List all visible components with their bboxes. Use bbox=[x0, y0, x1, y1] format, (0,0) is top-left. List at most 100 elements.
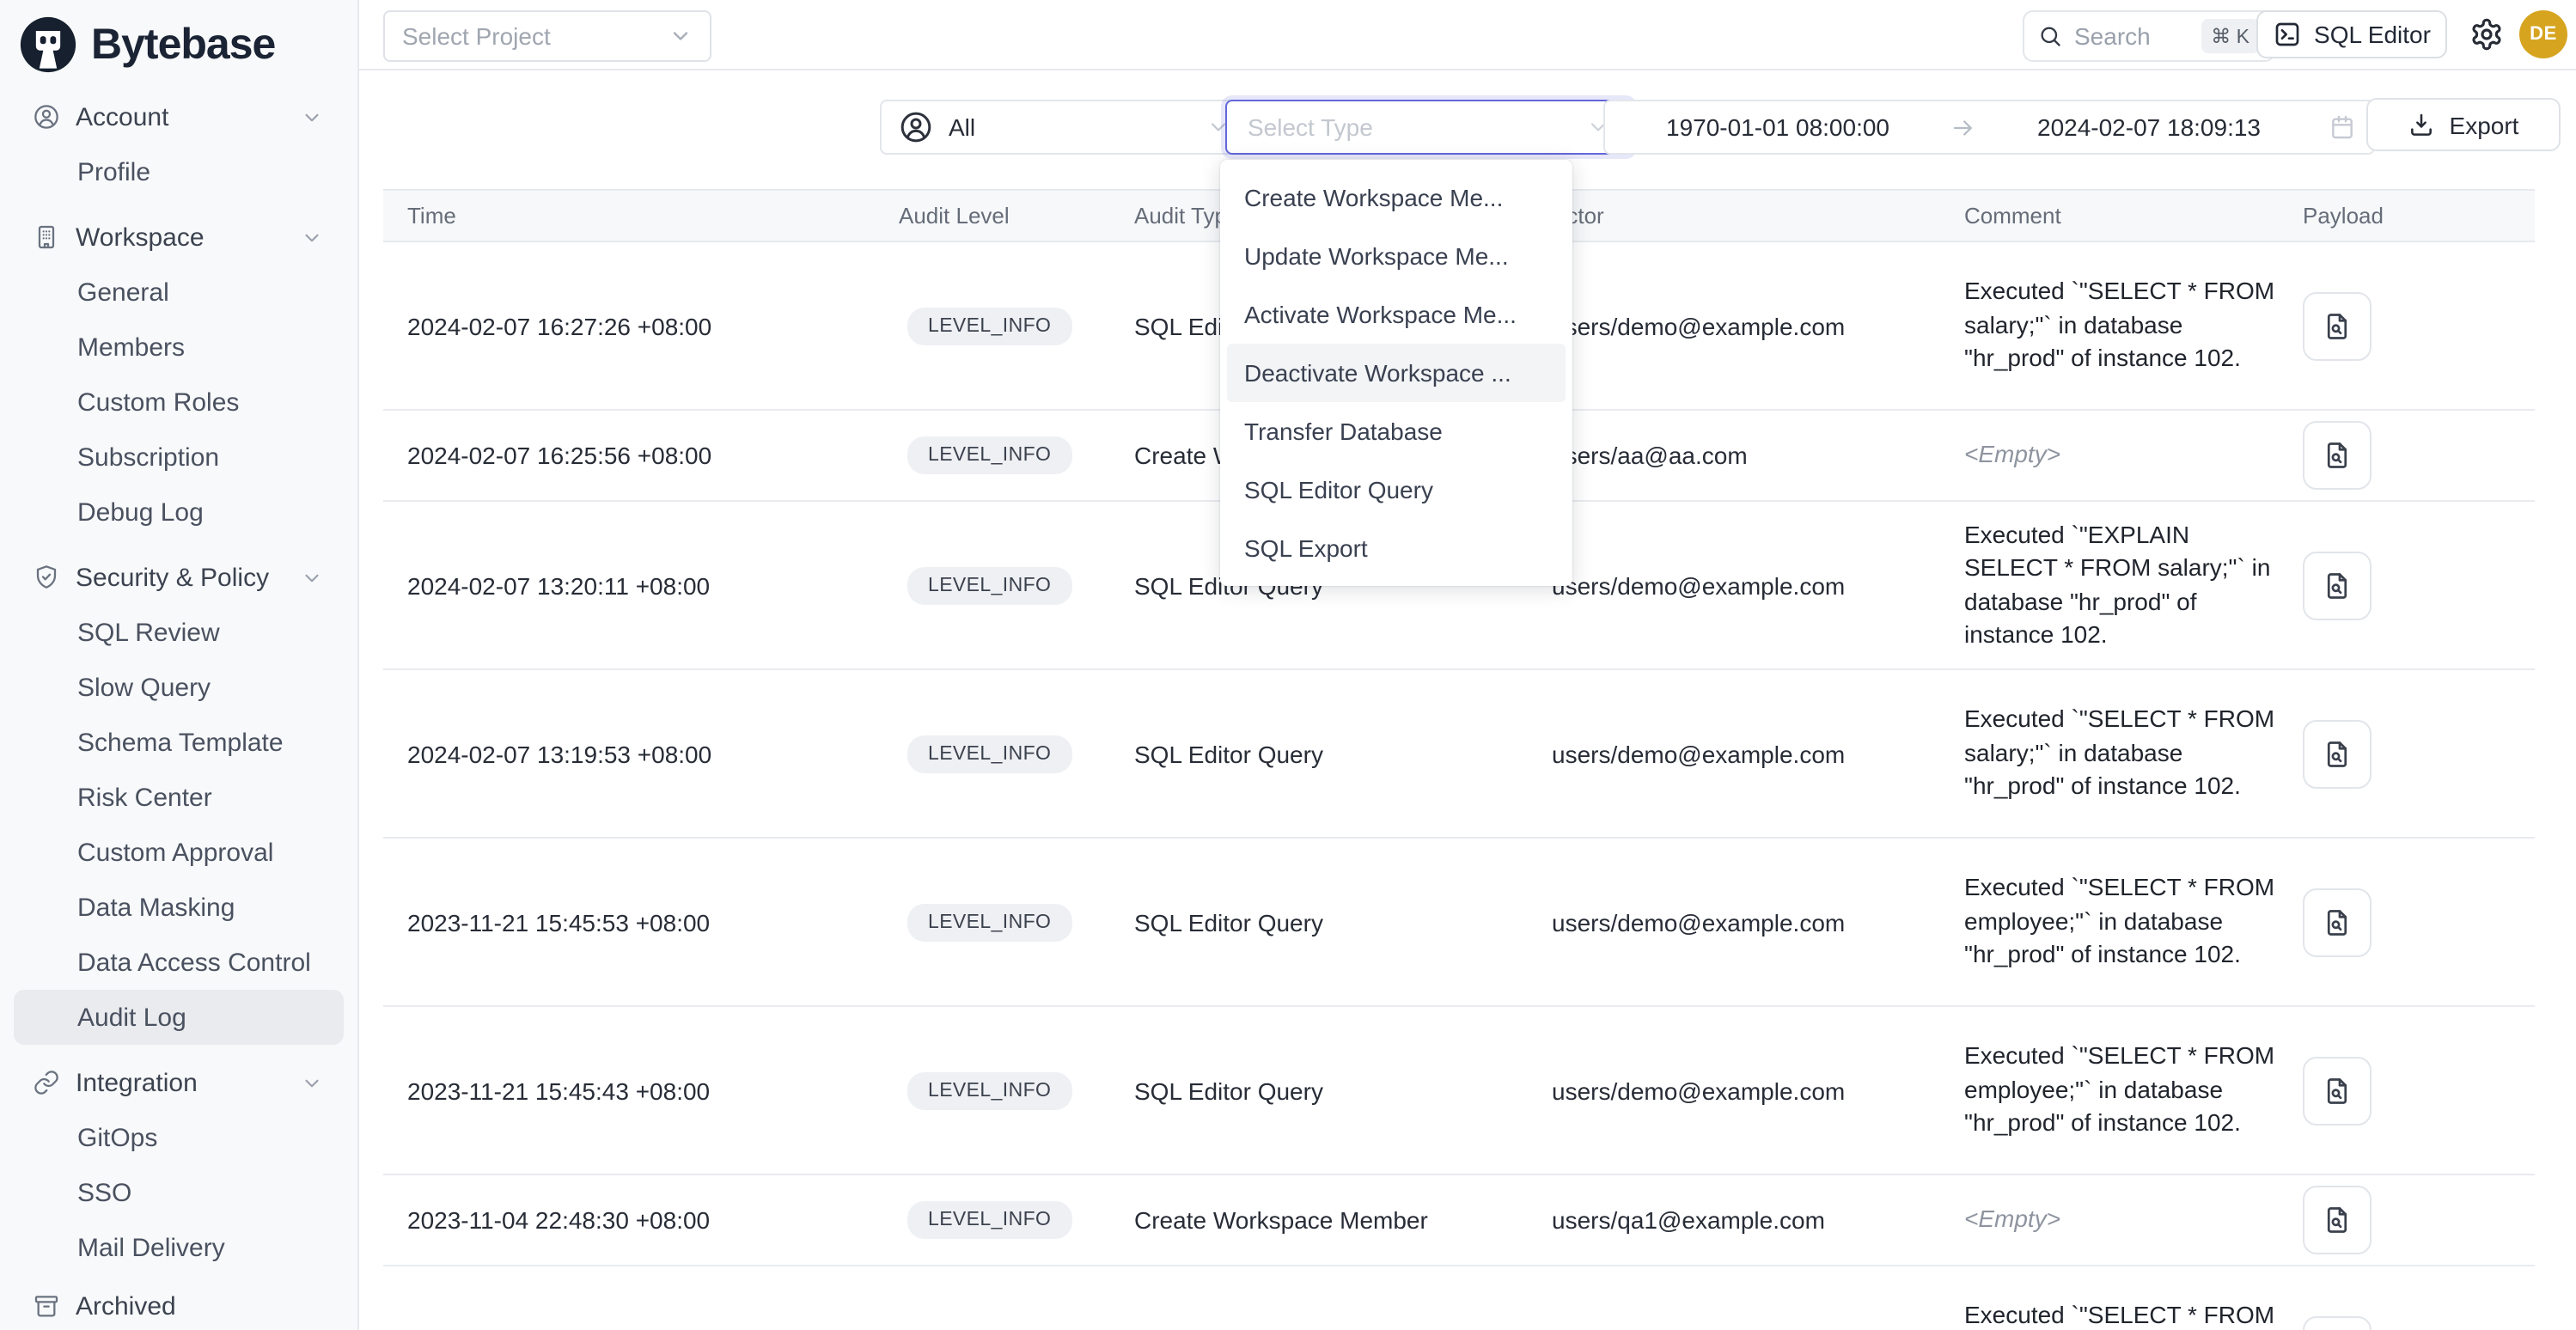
level-badge: LEVEL_INFO bbox=[907, 1071, 1071, 1109]
search-input[interactable]: Search ⌘ K bbox=[2023, 10, 2275, 62]
actor-filter-select[interactable]: All bbox=[880, 100, 1249, 155]
dropdown-menu-item[interactable]: Create Workspace Me... bbox=[1220, 168, 1572, 227]
gear-icon[interactable] bbox=[2469, 17, 2504, 52]
sidebar-section-workspace[interactable]: Workspace bbox=[0, 210, 357, 265]
cell-actor: users/demo@example.com bbox=[1552, 312, 1964, 339]
view-payload-button[interactable] bbox=[2303, 719, 2372, 788]
view-payload-button[interactable] bbox=[2303, 1056, 2372, 1125]
file-search-icon bbox=[2322, 906, 2353, 937]
sidebar-item[interactable]: Profile bbox=[0, 144, 357, 199]
cell-payload bbox=[2294, 291, 2535, 360]
cell-comment: Executed `"EXPLAIN SELECT * FROM salary;… bbox=[1964, 520, 2270, 648]
file-search-icon bbox=[2322, 738, 2353, 769]
sidebar-item[interactable]: SQL Review bbox=[0, 605, 357, 660]
sidebar-item[interactable]: Audit Log bbox=[14, 990, 344, 1045]
building-icon bbox=[33, 223, 60, 251]
bytebase-logo-icon bbox=[19, 15, 77, 74]
dropdown-item-label: Transfer Database bbox=[1244, 418, 1443, 445]
sidebar-item[interactable]: Schema Template bbox=[0, 715, 357, 770]
dropdown-item-label: Activate Workspace Me... bbox=[1244, 301, 1517, 328]
sidebar-item[interactable]: Custom Approval bbox=[0, 825, 357, 880]
sidebar-nav: Account Profile Workspace GeneralMembers… bbox=[0, 89, 357, 1330]
sidebar-item[interactable]: Data Masking bbox=[0, 880, 357, 935]
workspace-children: GeneralMembersCustom Roles Subscription De… bbox=[0, 265, 357, 540]
dropdown-menu-item[interactable]: SQL Export bbox=[1220, 519, 1572, 577]
sidebar-item-label: SSO bbox=[77, 1178, 131, 1207]
view-payload-button[interactable] bbox=[2303, 421, 2372, 490]
cell-time: 2024-02-07 13:19:53 +08:00 bbox=[407, 740, 899, 767]
sidebar-section-integration[interactable]: Integration bbox=[0, 1055, 357, 1110]
chevron-down-icon bbox=[301, 226, 323, 248]
cell-audit-level: LEVEL_INFO bbox=[899, 307, 1134, 345]
cell-actor: users/demo@example.com bbox=[1552, 1077, 1964, 1104]
actor-filter-value: All bbox=[949, 113, 975, 141]
dropdown-item-label: Deactivate Workspace ... bbox=[1244, 359, 1511, 387]
sql-editor-button[interactable]: SQL Editor bbox=[2256, 10, 2447, 58]
sidebar-item[interactable]: Risk Center bbox=[0, 770, 357, 825]
view-payload-button[interactable] bbox=[2303, 888, 2372, 956]
cell-comment-wrap: Executed `"SELECT * FROM salary;"` in da… bbox=[1964, 276, 2294, 376]
sidebar-item[interactable]: General bbox=[0, 265, 357, 320]
link-icon bbox=[33, 1069, 60, 1096]
level-badge: LEVEL_INFO bbox=[907, 436, 1071, 474]
user-circle-icon bbox=[33, 103, 60, 131]
cell-time: 2023-11-21 15:45:43 +08:00 bbox=[407, 1077, 899, 1104]
sidebar-section-archived[interactable]: Archived bbox=[0, 1278, 357, 1330]
column-header-payload: Payload bbox=[2294, 203, 2535, 229]
sidebar-section-security-policy[interactable]: Security & Policy bbox=[0, 550, 357, 605]
view-payload-button[interactable] bbox=[2303, 1315, 2372, 1330]
sidebar-item[interactable]: Data Access Control bbox=[0, 935, 357, 990]
cell-payload bbox=[2294, 888, 2535, 956]
dropdown-item-label: SQL Export bbox=[1244, 534, 1368, 562]
dropdown-menu-item[interactable]: Deactivate Workspace ... bbox=[1227, 344, 1566, 402]
sidebar-item[interactable]: Subscription bbox=[0, 430, 357, 485]
file-search-icon bbox=[2322, 570, 2353, 601]
sidebar-section-account[interactable]: Account bbox=[0, 89, 357, 144]
calendar-icon bbox=[2329, 113, 2356, 141]
cell-payload bbox=[2294, 719, 2535, 788]
dropdown-menu-item[interactable]: Activate Workspace Me... bbox=[1220, 285, 1572, 344]
cell-time: 2024-02-07 16:27:26 +08:00 bbox=[407, 312, 899, 339]
sidebar-item-label: SQL Review bbox=[77, 618, 220, 647]
sidebar-item[interactable]: Slow Query bbox=[0, 660, 357, 715]
cell-comment: Executed `"SELECT * FROM salary;"` in da… bbox=[1964, 705, 2274, 800]
sidebar-item[interactable]: GitOps bbox=[0, 1110, 357, 1165]
sidebar-item-label: Data Access Control bbox=[77, 948, 311, 977]
column-header-comment: Comment bbox=[1964, 203, 2294, 229]
table-row: 2023-11-21 15:45:53 +08:00 LEVEL_INFO SQ… bbox=[383, 839, 2535, 1007]
view-payload-button[interactable] bbox=[2303, 1186, 2372, 1254]
dropdown-menu-item[interactable]: Update Workspace Me... bbox=[1220, 227, 1572, 285]
sidebar-item-label: Audit Log bbox=[77, 1003, 186, 1032]
type-filter-placeholder: Select Type bbox=[1248, 113, 1373, 141]
export-button[interactable]: Export bbox=[2366, 98, 2561, 151]
cell-actor: users/demo@example.com bbox=[1552, 908, 1964, 936]
sidebar-item[interactable]: SSO bbox=[0, 1165, 357, 1220]
project-select[interactable]: Select Project bbox=[383, 10, 711, 62]
cell-audit-level: LEVEL_INFO bbox=[899, 566, 1134, 604]
sidebar-item[interactable]: Debug Log bbox=[0, 485, 357, 540]
table-row: 2023-11-04 22:48:30 +08:00 LEVEL_INFO Cr… bbox=[383, 1175, 2535, 1266]
section-label: Security & Policy bbox=[76, 563, 269, 592]
sidebar-item[interactable]: Members bbox=[0, 320, 357, 375]
cell-comment: Executed `"SELECT * FROM salary;"` in da… bbox=[1964, 278, 2274, 372]
dropdown-menu-item[interactable]: SQL Editor Query bbox=[1220, 461, 1572, 519]
table-row: 2024-02-07 13:19:53 +08:00 LEVEL_INFO SQ… bbox=[383, 670, 2535, 839]
cell-audit-level: LEVEL_INFO bbox=[899, 1201, 1134, 1239]
export-label: Export bbox=[2450, 111, 2519, 138]
type-filter-select[interactable]: Select Type bbox=[1225, 100, 1633, 155]
cell-audit-level: LEVEL_INFO bbox=[899, 735, 1134, 772]
dropdown-menu-item[interactable]: Transfer Database bbox=[1220, 402, 1572, 461]
bytebase-logo[interactable]: Bytebase bbox=[0, 0, 357, 89]
file-search-icon bbox=[2322, 440, 2353, 471]
view-payload-button[interactable] bbox=[2303, 291, 2372, 360]
sidebar-item[interactable]: Mail Delivery bbox=[0, 1220, 357, 1275]
sidebar-item-label: Subscription bbox=[77, 442, 219, 472]
level-badge: LEVEL_INFO bbox=[907, 1201, 1071, 1239]
cell-actor: users/qa1@example.com bbox=[1552, 1206, 1964, 1234]
sidebar-item[interactable]: Custom Roles bbox=[0, 375, 357, 430]
avatar[interactable]: DE bbox=[2519, 10, 2567, 58]
cell-comment: <Empty> bbox=[1964, 441, 2060, 468]
view-payload-button[interactable] bbox=[2303, 551, 2372, 619]
cell-audit-type: SQL Editor Query bbox=[1134, 1077, 1552, 1104]
date-range-picker[interactable]: 1970-01-01 08:00:00 2024-02-07 18:09:13 bbox=[1603, 100, 2375, 155]
